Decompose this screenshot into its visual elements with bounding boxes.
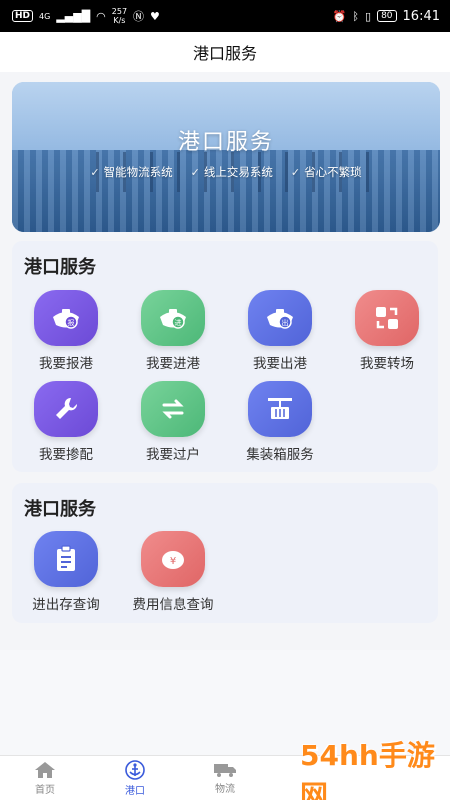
nav-bar: 港口服务 — [0, 32, 450, 72]
site-watermark: 54hh手游网 — [300, 739, 435, 800]
network-type: 4G — [39, 11, 51, 21]
status-right: ⏰ ᛒ ▯ 80 16:41 — [333, 9, 440, 24]
network-speed: 257 K/s — [111, 7, 128, 25]
service-label: 费用信息查询 — [132, 597, 214, 613]
service-enter-port[interactable]: 进 我要进港 — [121, 290, 225, 380]
truck-icon — [214, 764, 236, 777]
service-label: 我要掺配 — [39, 447, 93, 463]
service-label: 集装箱服务 — [246, 447, 314, 463]
alarm-icon: ⏰ — [332, 9, 347, 23]
banner-tag-label: 省心不繁琐 — [304, 165, 362, 179]
svg-text:进: 进 — [175, 319, 182, 327]
banner-tag-label: 智能物流系统 — [103, 165, 173, 179]
page-title: 港口服务 — [192, 44, 257, 63]
vibrate-icon: ▯ — [365, 9, 372, 23]
check-icon: ✓ — [290, 165, 301, 179]
swap-icon — [141, 381, 205, 437]
service-transfer[interactable]: 我要转场 — [335, 290, 439, 380]
svg-text:报: 报 — [68, 318, 75, 327]
wrench-icon — [34, 381, 98, 437]
ship-exit-icon: 出 — [248, 290, 312, 346]
signal-icon: ▂▄▆█ — [56, 9, 91, 23]
service-label: 我要转场 — [360, 356, 414, 372]
section-title: 港口服务 — [24, 257, 96, 278]
clipboard-icon — [34, 531, 98, 587]
ship-enter-icon: 进 — [141, 290, 205, 346]
transfer-icon — [355, 290, 419, 346]
query-services-card: 港口服务 进出存查询 ¥ 费用信息查询 — [12, 483, 438, 623]
service-label: 我要出港 — [253, 356, 307, 372]
tab-label: 港口 — [125, 786, 145, 797]
svg-text:出: 出 — [282, 318, 289, 327]
tab-port[interactable]: 港口 — [90, 756, 180, 800]
service-container[interactable]: 集装箱服务 — [228, 381, 332, 471]
service-label: 我要过户 — [146, 447, 200, 463]
check-icon: ✓ — [90, 165, 100, 179]
battery-indicator: 80 — [377, 10, 397, 22]
port-services-card: 港口服务 报 我要报港 进 我要进港 出 我要出港 我要转场 我要掺配 我要过户… — [12, 241, 438, 472]
check-icon: ✓ — [190, 165, 200, 179]
banner-tag: ✓ 智能物流系统 — [90, 164, 172, 180]
service-label: 我要报港 — [39, 356, 93, 372]
banner-tag: ✓ 线上交易系统 — [191, 164, 273, 180]
status-left: HD 4G ▂▄▆█ ◠ 257 K/s Ⓝ ♥ — [12, 7, 160, 25]
section-title: 港口服务 — [24, 499, 96, 520]
service-inventory-query[interactable]: 进出存查询 — [14, 531, 118, 621]
banner-tag: ✓ 省心不繁琐 — [291, 164, 362, 180]
banner-tag-label: 线上交易系统 — [203, 165, 273, 179]
banner-tags: ✓ 智能物流系统 ✓ 线上交易系统 ✓ 省心不繁琐 — [12, 164, 440, 180]
bluetooth-icon: ᛒ — [352, 9, 360, 23]
clock: 16:41 — [402, 8, 440, 24]
container-crane-icon — [248, 381, 312, 437]
service-label: 进出存查询 — [32, 597, 100, 613]
service-label: 我要进港 — [146, 356, 200, 372]
service-fee-query[interactable]: ¥ 费用信息查询 — [121, 531, 225, 621]
home-icon — [35, 762, 55, 778]
tab-label: 物流 — [215, 784, 235, 795]
heart-icon: ♥ — [150, 9, 160, 23]
status-bar: HD 4G ▂▄▆█ ◠ 257 K/s Ⓝ ♥ ⏰ ᛒ ▯ 80 16:41 — [0, 0, 450, 32]
tab-logistics[interactable]: 物流 — [180, 756, 270, 800]
service-exit-port[interactable]: 出 我要出港 — [228, 290, 332, 380]
tab-home[interactable]: 首页 — [0, 756, 90, 800]
fee-icon: ¥ — [141, 531, 205, 587]
banner-title: 港口服务 — [177, 130, 274, 155]
service-blend[interactable]: 我要掺配 — [14, 381, 118, 471]
hd-badge: HD — [12, 10, 34, 22]
anchor-icon — [125, 760, 145, 780]
service-transfer-ownership[interactable]: 我要过户 — [121, 381, 225, 471]
banner[interactable]: 港口服务 ✓ 智能物流系统 ✓ 线上交易系统 ✓ 省心不繁琐 — [12, 82, 440, 232]
ship-report-icon: 报 — [34, 290, 98, 346]
wifi-icon: ◠ — [96, 9, 106, 23]
service-report-port[interactable]: 报 我要报港 — [14, 290, 118, 380]
nfc-icon: Ⓝ — [133, 10, 145, 23]
tab-label: 首页 — [35, 785, 55, 796]
svg-text:¥: ¥ — [170, 556, 176, 567]
